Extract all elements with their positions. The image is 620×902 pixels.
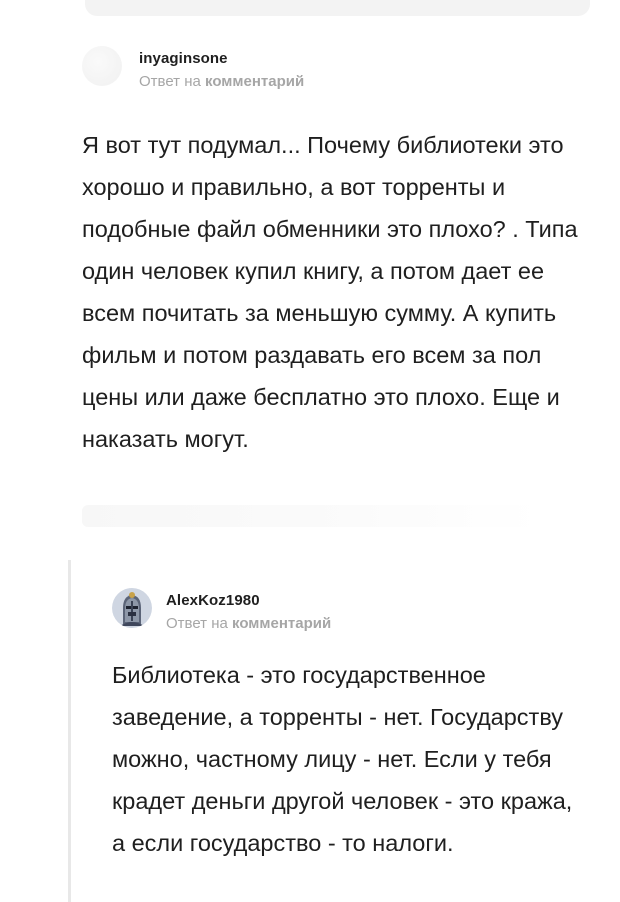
comment: inyaginsone Ответ на комментарий Я вот т… — [82, 40, 602, 452]
comment-author[interactable]: inyaginsone — [139, 50, 228, 67]
reply-target[interactable]: комментарий — [232, 615, 331, 632]
comment-body: Я вот тут подумал... Почему библиотеки э… — [82, 132, 578, 452]
comment-body: Библиотека - это государственное заведен… — [112, 662, 573, 856]
comment-header: inyaginsone Ответ на комментарий — [82, 40, 602, 102]
comment: AlexKoz1980 Ответ на комментарий Библиот… — [112, 582, 592, 856]
previous-comment-card — [85, 0, 590, 16]
comment-actions-bar — [82, 505, 542, 527]
comment-header: AlexKoz1980 Ответ на комментарий — [112, 582, 592, 644]
user-avatar[interactable] — [82, 46, 122, 86]
reply-prefix: Ответ на — [139, 73, 201, 90]
reply-to-link[interactable]: Ответ на комментарий — [139, 73, 304, 90]
thread-line — [68, 560, 71, 902]
reply-target[interactable]: комментарий — [205, 73, 304, 90]
knight-helmet-avatar-icon[interactable] — [112, 588, 152, 628]
reply-prefix: Ответ на — [166, 615, 228, 632]
comment-author[interactable]: AlexKoz1980 — [166, 592, 260, 609]
reply-to-link[interactable]: Ответ на комментарий — [166, 615, 331, 632]
